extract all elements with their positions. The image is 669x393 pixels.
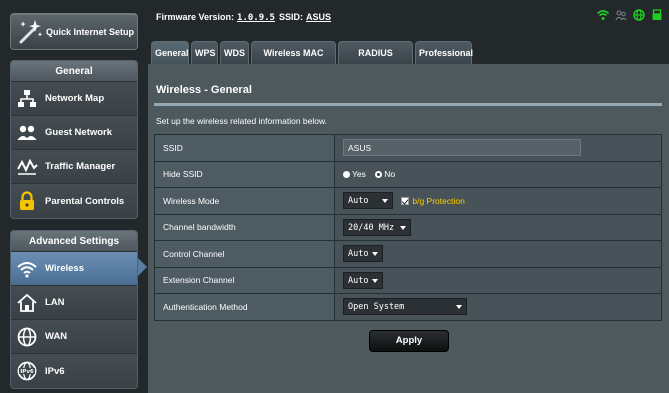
top-status-bar: Firmware Version: 1.0.9.5 SSID: ASUS: [148, 0, 669, 34]
radio-dot: [375, 170, 383, 178]
sidebar-item-traffic-manager[interactable]: Traffic Manager: [11, 150, 137, 184]
firmware-version-link[interactable]: 1.0.9.5: [237, 13, 275, 23]
tab-wds[interactable]: WDS: [220, 41, 249, 64]
sidebar-item-lan[interactable]: LAN: [11, 286, 137, 320]
ssid-status-link[interactable]: ASUS: [306, 12, 331, 22]
channel-bandwidth-label: Channel bandwidth: [154, 213, 335, 241]
main-panel: Wireless - General Set up the wireless r…: [148, 64, 669, 393]
wifi-status-icon[interactable]: [597, 9, 609, 21]
home-icon: [17, 293, 37, 312]
sidebar-item-parental-controls[interactable]: Parental Controls: [11, 184, 137, 218]
sidebar: Quick Internet Setup General Network Map…: [0, 0, 148, 393]
traffic-manager-icon: [17, 158, 38, 175]
quick-internet-setup-button[interactable]: Quick Internet Setup: [10, 13, 138, 50]
sidebar-item-label: Network Map: [45, 93, 105, 104]
bg-protection-checkbox[interactable]: [401, 197, 410, 205]
parental-controls-icon: [20, 191, 34, 210]
tab-general[interactable]: General: [151, 41, 189, 64]
table-row: Channel bandwidth 20/40 MHz: [154, 213, 662, 241]
sidebar-item-label: Parental Controls: [45, 195, 125, 207]
internet-status-icon[interactable]: [633, 9, 645, 21]
control-channel-select[interactable]: Auto: [343, 245, 383, 263]
sidebar-item-guest-network[interactable]: Guest Network: [11, 116, 137, 150]
chevron-down-icon: [372, 278, 378, 283]
title-divider: [154, 103, 662, 106]
apply-button[interactable]: Apply: [369, 330, 449, 352]
sidebar-item-label: Wireless: [45, 263, 84, 274]
network-map-icon: [18, 89, 36, 107]
sidebar-item-label: IPv6: [45, 365, 65, 377]
ssid-label: SSID: [154, 134, 335, 162]
active-item-pointer: [138, 258, 147, 276]
radio-label: Yes: [352, 169, 366, 179]
select-value: Auto: [348, 249, 369, 260]
chevron-down-icon: [400, 225, 406, 230]
svg-text:IPv6: IPv6: [20, 369, 34, 375]
advanced-settings-header: Advanced Settings: [11, 231, 137, 252]
quick-internet-setup-label: Quick Internet Setup: [46, 26, 135, 37]
firmware-version: Firmware Version: 1.0.9.5: [156, 12, 275, 23]
chevron-down-icon: [382, 199, 388, 204]
page-description: Set up the wireless related information …: [156, 116, 328, 126]
select-value: Open System: [348, 302, 405, 313]
globe-icon: [17, 327, 37, 346]
wifi-icon: [17, 261, 37, 278]
ssid-status: SSID: ASUS: [279, 12, 331, 22]
extension-channel-label: Extension Channel: [154, 266, 335, 294]
general-menu: General Network Map Guest Network Traffi…: [10, 60, 138, 219]
wireless-mode-select[interactable]: Auto: [343, 192, 393, 210]
sidebar-item-label: LAN: [45, 297, 65, 308]
table-row: Control Channel Auto: [154, 240, 662, 268]
sidebar-item-wan[interactable]: WAN: [11, 320, 137, 354]
ssid-input[interactable]: ASUS: [343, 139, 581, 157]
sidebar-item-ipv6[interactable]: IPv6 IPv6: [11, 354, 137, 388]
sidebar-item-label: Guest Network: [45, 127, 113, 138]
hide-ssid-label: Hide SSID: [154, 160, 335, 188]
settings-table: SSID ASUS Hide SSID Yes No Wireless Mode…: [154, 134, 662, 321]
bg-protection-label: b/g Protection: [412, 196, 465, 206]
sidebar-item-wireless[interactable]: Wireless: [11, 252, 137, 286]
page-title: Wireless - General: [156, 84, 252, 96]
select-value: 20/40 MHz: [348, 222, 395, 233]
tab-wps[interactable]: WPS: [191, 41, 218, 64]
tab-radius-setting[interactable]: RADIUS Setting: [338, 41, 413, 81]
users-status-icon[interactable]: [615, 9, 627, 21]
table-row: Wireless Mode Auto b/g Protection: [154, 187, 662, 215]
magic-wand-icon: [19, 19, 43, 43]
sidebar-item-label: Traffic Manager: [45, 161, 116, 172]
table-row: Authentication Method Open System: [154, 293, 662, 321]
tab-wireless-mac-filter[interactable]: Wireless MAC Filter: [251, 41, 336, 81]
select-value: Auto: [348, 196, 369, 207]
guest-network-icon: [17, 125, 37, 140]
wireless-mode-label: Wireless Mode: [154, 187, 335, 215]
radio-label: No: [384, 169, 396, 179]
chevron-down-icon: [456, 305, 462, 310]
extension-channel-select[interactable]: Auto: [343, 271, 383, 289]
table-row: Extension Channel Auto: [154, 266, 662, 294]
table-row: Hide SSID Yes No: [154, 160, 662, 188]
sidebar-item-network-map[interactable]: Network Map: [11, 82, 137, 116]
ipv6-icon: IPv6: [17, 361, 37, 381]
chevron-down-icon: [372, 252, 378, 257]
hide-ssid-no-radio[interactable]: No: [375, 169, 395, 179]
sidebar-item-label: WAN: [45, 331, 68, 342]
advanced-settings-menu: Advanced Settings Wireless LAN WAN IPv6 …: [10, 230, 138, 389]
usb-status-icon[interactable]: [651, 9, 663, 21]
table-row: SSID ASUS: [154, 134, 662, 162]
authentication-method-label: Authentication Method: [154, 293, 335, 321]
tab-bar: General WPS WDS Wireless MAC Filter RADI…: [148, 34, 669, 81]
control-channel-label: Control Channel: [154, 240, 335, 268]
firmware-label: Firmware Version:: [156, 12, 235, 22]
channel-bandwidth-select[interactable]: 20/40 MHz: [343, 218, 411, 236]
authentication-method-select[interactable]: Open System: [343, 298, 467, 316]
hide-ssid-yes-radio[interactable]: Yes: [343, 169, 366, 179]
radio-dot: [343, 170, 350, 178]
general-menu-header: General: [11, 61, 137, 82]
tab-professional[interactable]: Professional: [415, 41, 473, 64]
status-icons: [597, 9, 663, 21]
ssid-label: SSID:: [279, 12, 304, 22]
select-value: Auto: [348, 275, 369, 286]
